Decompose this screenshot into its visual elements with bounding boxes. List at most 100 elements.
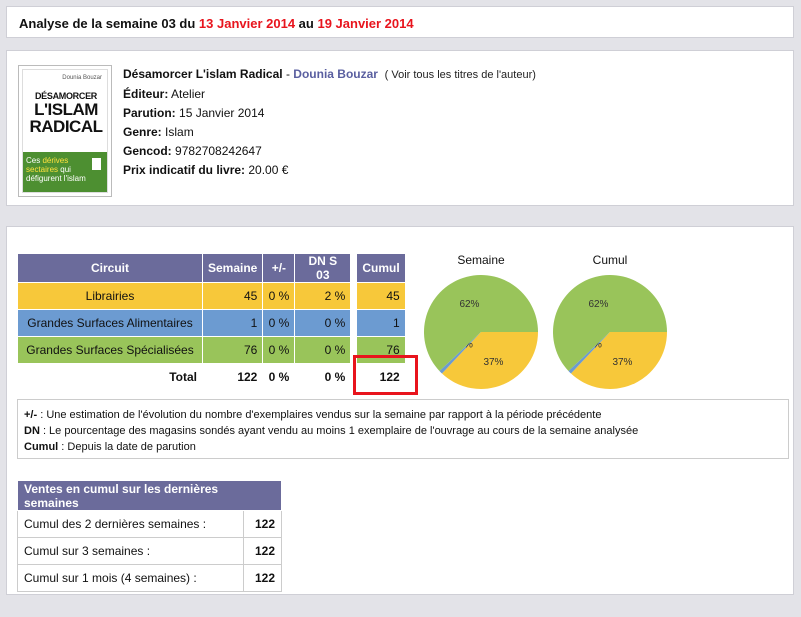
legend-cumul: Cumul : Depuis la date de parution: [24, 439, 782, 455]
cell-dn: 0 %: [294, 336, 352, 364]
col-cumul: Cumul: [356, 253, 406, 283]
parution-row: Parution: 15 Janvier 2014: [123, 104, 536, 123]
cell-circuit: Librairies: [17, 282, 203, 310]
cumul-label: Cumul sur 3 semaines :: [17, 537, 244, 565]
prix-label: Prix indicatif du livre:: [123, 163, 246, 177]
gencod-value: 9782708242647: [175, 144, 262, 158]
pie-title-cumul: Cumul: [592, 253, 628, 267]
table-row: Cumul sur 3 semaines : 122: [17, 537, 282, 565]
total-dn: 0 %: [294, 363, 352, 391]
legend-pm: +/- : Une estimation de l'évolution du n…: [24, 407, 782, 423]
date-to: 19 Janvier 2014: [317, 16, 414, 31]
genre-label: Genre:: [123, 125, 162, 139]
cell-cumul: 45: [356, 282, 406, 310]
table-row: Librairies 45 0 % 2 % 45: [17, 282, 406, 310]
cumul-value: 122: [243, 564, 282, 592]
legend-dn-label: DN: [24, 425, 40, 437]
legend-box: +/- : Une estimation de l'évolution du n…: [17, 399, 789, 459]
table-row: Cumul sur 1 mois (4 semaines) : 122: [17, 564, 282, 592]
highlight-box: [353, 355, 418, 395]
cover-sub5: défigurent l'islam: [26, 174, 86, 184]
cell-circuit: Grandes Surfaces Alimentaires: [17, 309, 203, 337]
cell-plus-minus: 0 %: [262, 309, 296, 337]
stats-panel: Circuit Semaine +/- DN S 03 Cumul Librai…: [6, 226, 794, 595]
total-semaine: 122: [201, 363, 264, 391]
cell-dn: 2 %: [294, 282, 352, 310]
cell-plus-minus: 0 %: [262, 282, 296, 310]
cell-cumul: 1: [356, 309, 406, 337]
title-prefix: Analyse de la semaine 03 du: [19, 16, 199, 31]
title-separator: -: [282, 67, 294, 81]
legend-dn-text: : Le pourcentage des magasins sondés aya…: [39, 425, 639, 437]
total-row: Total 122 0 % 0 % 122: [17, 363, 406, 391]
see-all-titles-link[interactable]: ( Voir tous les titres de l'auteur): [385, 69, 536, 81]
parution-value: 15 Janvier 2014: [179, 106, 265, 120]
genre-row: Genre: Islam: [123, 123, 536, 142]
pie-cumul-svg: 37%1%62%: [553, 275, 667, 389]
pie-semaine: Semaine 37%1%62%: [422, 253, 540, 396]
prix-row: Prix indicatif du livre: 20.00 €: [123, 161, 536, 180]
publisher-logo-icon: [92, 158, 101, 170]
col-circuit: Circuit: [17, 253, 203, 283]
cell-circuit: Grandes Surfaces Spécialisées: [17, 336, 203, 364]
book-title: Désamorcer L'islam Radical: [123, 67, 283, 81]
book-title-row: Désamorcer L'islam Radical - Dounia Bouz…: [123, 65, 536, 85]
table-row: Cumul des 2 dernières semaines : 122: [17, 510, 282, 538]
legend-pm-text: : Une estimation de l'évolution du nombr…: [37, 409, 602, 421]
cumul-value: 122: [243, 537, 282, 565]
cover-sub3: sectaires: [26, 165, 59, 175]
sales-table: Circuit Semaine +/- DN S 03 Cumul Librai…: [17, 253, 406, 391]
legend-cumul-text: : Depuis la date de parution: [58, 441, 196, 453]
cell-dn: 0 %: [294, 309, 352, 337]
cover-sub2: dérives: [42, 156, 69, 165]
date-from: 13 Janvier 2014: [198, 16, 296, 31]
book-info: Désamorcer L'islam Radical - Dounia Bouz…: [123, 65, 536, 180]
title-middle: au: [295, 16, 318, 31]
genre-value: Islam: [165, 125, 194, 139]
parution-label: Parution:: [123, 106, 176, 120]
cumul-label: Cumul des 2 dernières semaines :: [17, 510, 244, 538]
cover-title-line3: RADICAL: [29, 117, 104, 136]
cover-author: Dounia Bouzar: [62, 75, 102, 81]
week-title: Analyse de la semaine 03 du 13 Janvier 2…: [19, 16, 414, 31]
col-semaine: Semaine: [201, 253, 264, 283]
total-label: Total: [17, 363, 203, 391]
pie-title-semaine: Semaine: [457, 253, 505, 267]
cumul-table-header: Ventes en cumul sur les dernières semain…: [17, 480, 282, 511]
legend-pm-label: +/-: [24, 409, 38, 421]
author-link[interactable]: Dounia Bouzar: [293, 67, 378, 81]
cover-sub1: Ces: [26, 156, 41, 165]
pie-slice-label: 37%: [483, 357, 503, 368]
table-row: Grandes Surfaces Spécialisées 76 0 % 0 %…: [17, 336, 406, 364]
gencod-label: Gencod:: [123, 144, 172, 158]
table-row: Grandes Surfaces Alimentaires 1 0 % 0 % …: [17, 309, 406, 337]
editeur-label: Éditeur:: [123, 87, 169, 101]
book-cover[interactable]: Dounia Bouzar DÉSAMORCER L'ISLAM RADICAL…: [18, 65, 112, 197]
cell-semaine: 45: [201, 282, 264, 310]
pie-slice-label: 62%: [459, 299, 479, 310]
col-plus-minus: +/-: [262, 253, 296, 283]
cumul-label: Cumul sur 1 mois (4 semaines) :: [17, 564, 244, 592]
total-plus-minus: 0 %: [262, 363, 296, 391]
cumul-value: 122: [243, 510, 282, 538]
pie-cumul: Cumul 37%1%62%: [551, 253, 669, 396]
cover-sub4: qui: [60, 165, 71, 175]
week-header-panel: Analyse de la semaine 03 du 13 Janvier 2…: [6, 6, 794, 38]
editeur-row: Éditeur: Atelier: [123, 85, 536, 104]
pie-slice-label: 62%: [588, 299, 608, 310]
book-panel: Dounia Bouzar DÉSAMORCER L'ISLAM RADICAL…: [6, 50, 794, 206]
cell-semaine: 76: [201, 336, 264, 364]
legend-cumul-label: Cumul: [24, 441, 59, 453]
cell-semaine: 1: [201, 309, 264, 337]
cover-title: DÉSAMORCER L'ISLAM RADICAL: [27, 92, 105, 136]
cumul-table: Ventes en cumul sur les dernières semain…: [17, 480, 282, 592]
sales-table-header: Circuit Semaine +/- DN S 03 Cumul: [17, 253, 406, 283]
cell-plus-minus: 0 %: [262, 336, 296, 364]
cover-title-line2: L'ISLAM: [34, 100, 98, 119]
gencod-row: Gencod: 9782708242647: [123, 142, 536, 161]
editeur-value: Atelier: [171, 87, 206, 101]
pie-semaine-svg: 37%1%62%: [424, 275, 538, 389]
col-dn: DN S 03: [294, 253, 352, 283]
prix-value: 20.00 €: [248, 163, 289, 177]
cover-subtitle-band: Ces dérives sectaires qui défigurent l'i…: [23, 152, 107, 192]
